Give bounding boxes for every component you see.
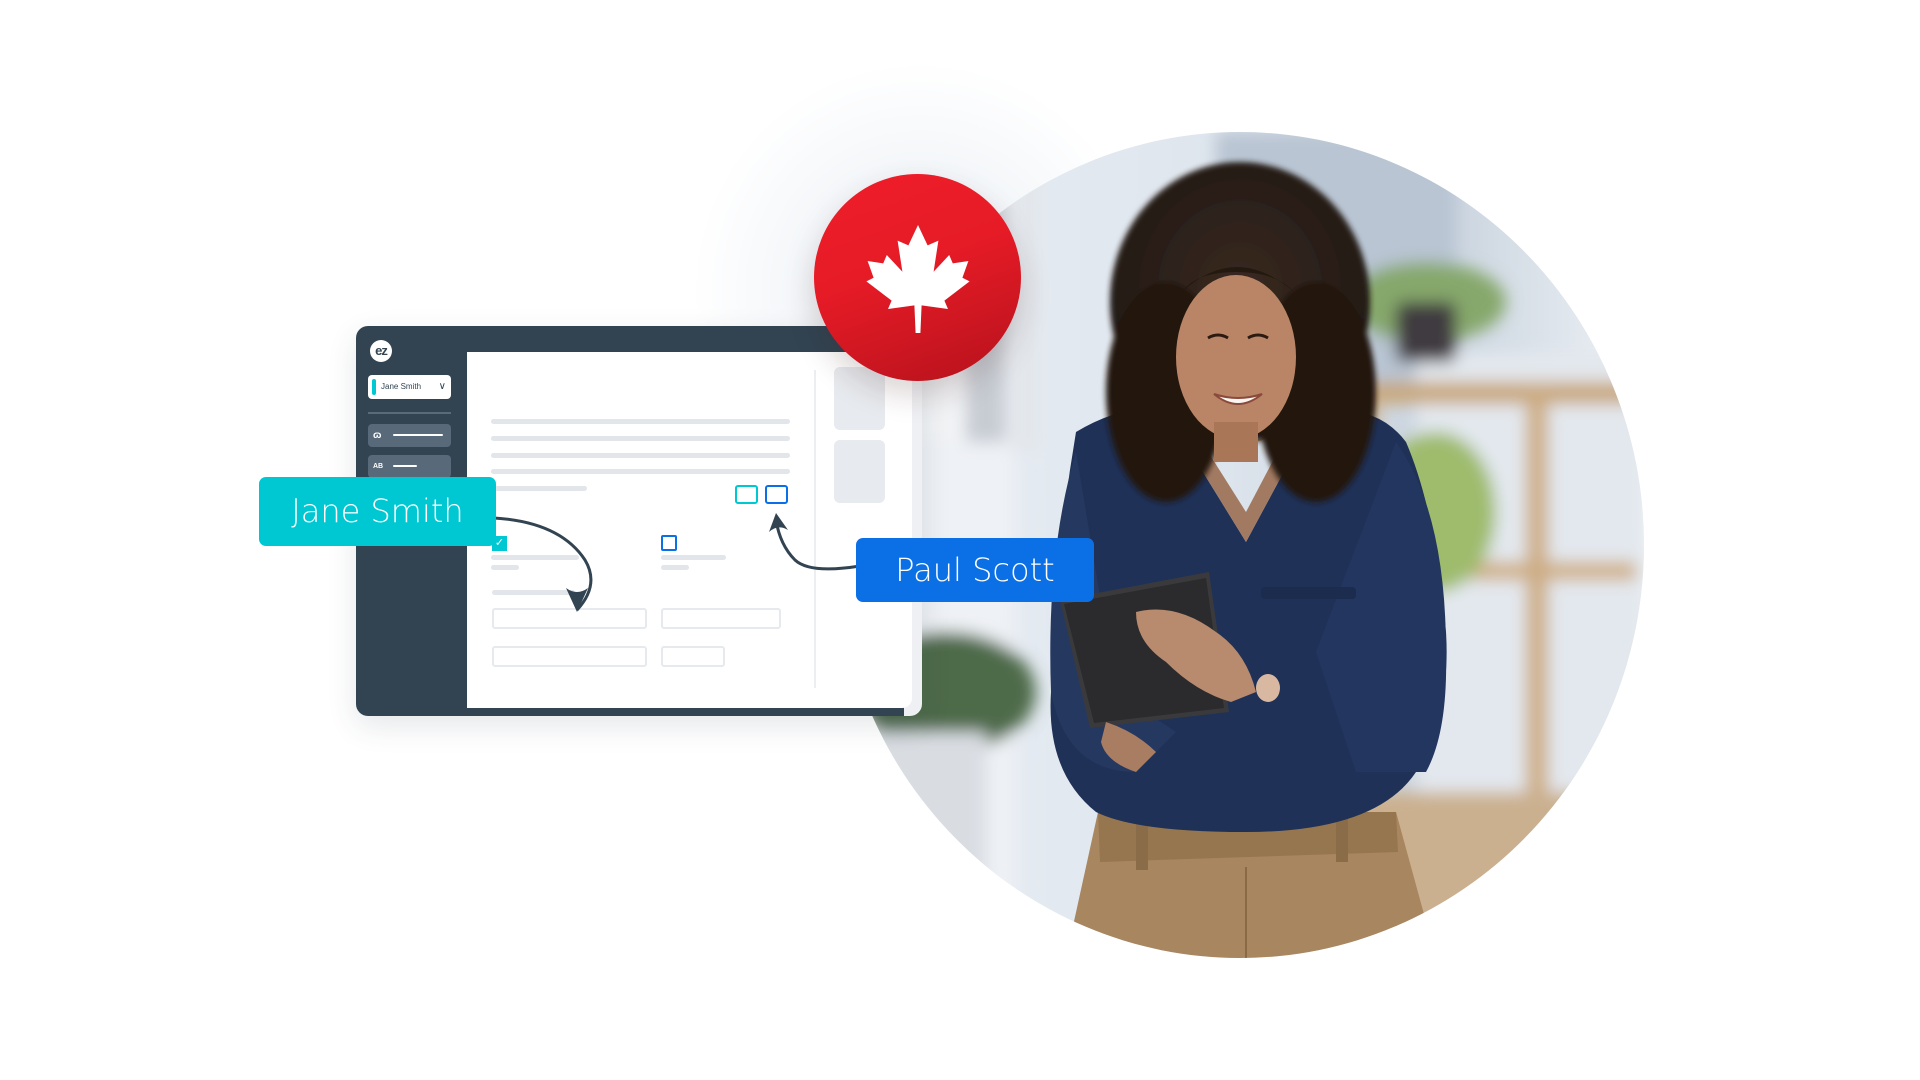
signer-tag-paul: Paul Scott <box>856 538 1094 602</box>
document-area: ✓ <box>467 352 912 708</box>
signer-dropdown-value: Jane Smith <box>381 382 422 391</box>
sidebar-divider <box>368 412 451 414</box>
signature-tool-button[interactable]: ɷ <box>368 424 451 447</box>
field-label-line <box>491 565 519 570</box>
document-text-line <box>491 436 790 441</box>
field-label-line <box>661 555 726 560</box>
ez-logo: ez <box>370 340 392 362</box>
field-label-line <box>492 590 575 595</box>
text-field[interactable] <box>661 608 781 629</box>
signer-tag-jane: Jane Smith <box>259 477 496 546</box>
checkbox-paul[interactable] <box>661 535 677 551</box>
canada-badge <box>814 174 1021 381</box>
document-text-line <box>491 486 587 491</box>
initials-tool-button[interactable]: AB <box>368 455 451 478</box>
panel-divider <box>814 370 816 688</box>
page-thumbnail[interactable] <box>834 440 885 503</box>
page-thumbnail[interactable] <box>834 367 885 430</box>
text-field[interactable] <box>492 646 647 667</box>
tool-label-placeholder <box>393 434 443 436</box>
document-text-line <box>491 453 790 458</box>
initials-icon: AB <box>373 463 384 470</box>
text-field[interactable] <box>661 646 725 667</box>
signature-field-jane[interactable] <box>735 485 758 504</box>
signature-field-paul[interactable] <box>765 485 788 504</box>
signature-icon: ɷ <box>373 430 382 441</box>
field-label-line <box>491 555 579 560</box>
text-field[interactable] <box>492 608 647 629</box>
chevron-down-icon: ∨ <box>438 381 446 392</box>
tool-label-placeholder <box>393 465 417 467</box>
document-text-line <box>491 469 790 474</box>
signer-color-indicator <box>372 379 376 395</box>
field-label-line <box>661 565 689 570</box>
document-text-line <box>491 419 790 424</box>
signer-dropdown[interactable]: Jane Smith ∨ <box>368 375 451 399</box>
maple-leaf-icon <box>866 225 970 333</box>
